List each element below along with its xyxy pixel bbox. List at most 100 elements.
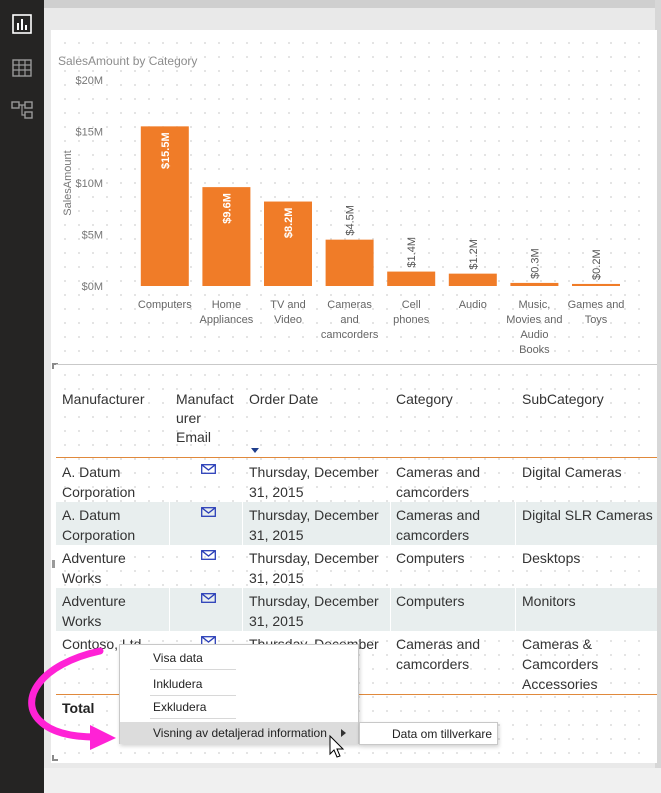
- x-tick-label: TV and: [270, 299, 305, 311]
- menu-separator: [150, 718, 236, 719]
- table-cell-manufacturer: A. Datum Corporation: [62, 507, 136, 543]
- email-icon[interactable]: [201, 593, 216, 603]
- email-icon[interactable]: [201, 464, 216, 474]
- canvas-top-strip: [44, 0, 661, 8]
- x-tick-label: Games and: [568, 299, 625, 311]
- table-cell-order-date: Thursday, December 31, 2015: [249, 464, 379, 500]
- y-tick-label: $5M: [82, 230, 103, 242]
- bar: [448, 273, 497, 286]
- left-nav-bar: [0, 0, 44, 793]
- bar: [572, 283, 620, 286]
- menu-item-show-data[interactable]: Visa data: [153, 651, 203, 665]
- menu-item-include[interactable]: Inkludera: [153, 677, 202, 691]
- x-tick-label: Appliances: [199, 314, 253, 326]
- table-cell-manufacturer: Adventure Works: [62, 550, 126, 586]
- data-label: $8.2M: [283, 208, 295, 239]
- submenu-item-manufacturer-data[interactable]: Data om tillverkare: [392, 727, 492, 741]
- column-header-text: Order Date: [249, 391, 319, 407]
- total-row-label: Total: [62, 700, 95, 716]
- email-icon[interactable]: [201, 507, 216, 517]
- x-tick-label: Cell: [402, 299, 421, 311]
- data-label: $0.3M: [529, 248, 541, 279]
- column-header[interactable]: Category: [396, 390, 453, 409]
- x-tick-label: Toys: [585, 314, 608, 326]
- menu-separator: [150, 669, 236, 670]
- table-cell-category: Cameras and camcorders: [396, 507, 481, 543]
- canvas-bottom-area: [44, 768, 661, 793]
- table-cell-manufacturer: Adventure Works: [62, 593, 126, 629]
- column-header[interactable]: SubCategory: [522, 390, 604, 409]
- table-cell-category: Computers: [396, 593, 465, 609]
- drillthrough-submenu: Data om tillverkare: [359, 722, 498, 745]
- bar: [325, 239, 374, 286]
- visual-resize-handle[interactable]: [52, 560, 55, 568]
- column-header-text: urer: [176, 410, 201, 426]
- visual-resize-handle[interactable]: [52, 755, 58, 761]
- table-row[interactable]: A. Datum Corporation Thursday, December 31,…: [56, 459, 657, 502]
- chart-title: SalesAmount by Category: [58, 54, 198, 68]
- column-header-text: Manufacturer: [62, 391, 145, 407]
- table-cell-subcategory: Desktops: [522, 550, 581, 566]
- table-cell-subcategory: Digital SLR Cameras: [522, 507, 653, 523]
- table-cell-subcategory: Digital Cameras: [522, 464, 622, 480]
- bar: [510, 282, 559, 286]
- x-tick-label: Movies and: [506, 314, 562, 326]
- column-header-text: Category: [396, 391, 453, 407]
- data-label: $1.4M: [406, 237, 418, 268]
- sort-descending-icon[interactable]: [251, 448, 259, 453]
- column-separator: [390, 458, 391, 692]
- data-label: $4.5M: [345, 205, 357, 236]
- context-menu: Visa data Inkludera Exkludera Visning av…: [119, 644, 359, 744]
- bar-chart[interactable]: $0M $5M $10M $15M $20M SalesAmount $15.5M Compu…: [51, 68, 657, 360]
- table-row[interactable]: Adventure Works Thursday, December 31, 2015…: [56, 545, 657, 588]
- table-cell-order-date: Thursday, December 31, 2015: [249, 593, 379, 629]
- table-row[interactable]: A. Datum Corporation Thursday, December 31,…: [56, 502, 657, 545]
- x-tick-label: Cameras: [327, 299, 372, 311]
- submenu-arrow-icon: [341, 729, 346, 737]
- x-tick-label: Books: [519, 344, 550, 356]
- column-header[interactable]: Order Date: [249, 390, 318, 409]
- data-label: $9.6M: [221, 193, 233, 224]
- x-tick-label: Music,: [519, 299, 551, 311]
- data-view-icon[interactable]: [10, 56, 34, 80]
- table-cell-category: Cameras and camcorders: [396, 636, 481, 672]
- menu-separator: [150, 695, 236, 696]
- table-cell-order-date: Thursday, December 31, 2015: [249, 507, 379, 543]
- x-tick-label: Audio: [459, 299, 487, 311]
- column-header[interactable]: Manufact urer Email: [176, 390, 234, 447]
- x-tick-label: and: [340, 314, 358, 326]
- table-cell-manufacturer: A. Datum Corporation: [62, 464, 136, 500]
- column-header-text: Email: [176, 429, 212, 445]
- x-tick-label: Audio: [520, 329, 548, 341]
- menu-item-exclude[interactable]: Exkludera: [153, 700, 206, 714]
- y-tick-label: $15M: [75, 127, 103, 139]
- y-axis-label: SalesAmount: [62, 150, 74, 215]
- y-tick-label: $10M: [75, 178, 103, 190]
- table-cell-order-date: Thursday, December 31, 2015: [249, 550, 379, 586]
- x-tick-label: Computers: [138, 299, 192, 311]
- data-label: $15.5M: [160, 132, 172, 169]
- x-tick-label: phones: [393, 314, 430, 326]
- table-header-underline: [56, 457, 657, 458]
- column-separator: [515, 458, 516, 692]
- y-tick-label: $20M: [75, 75, 103, 87]
- table-cell-category: Computers: [396, 550, 465, 566]
- column-header[interactable]: Manufacturer: [62, 390, 144, 409]
- model-view-icon[interactable]: [10, 98, 34, 122]
- column-header-text: Manufact: [176, 391, 234, 407]
- visual-border: [56, 364, 657, 365]
- data-label: $0.2M: [591, 249, 603, 280]
- table-row[interactable]: Adventure Works Thursday, December 31, 2015…: [56, 588, 657, 631]
- y-tick-label: $0M: [82, 281, 103, 293]
- x-tick-label: Home: [212, 299, 241, 311]
- email-icon[interactable]: [201, 550, 216, 560]
- x-tick-label: Video: [274, 314, 302, 326]
- table-cell-subcategory: Monitors: [522, 593, 576, 609]
- menu-item-drillthrough[interactable]: Visning av detaljerad information: [153, 726, 327, 740]
- table-cell-category: Cameras and camcorders: [396, 464, 481, 500]
- column-header-text: SubCategory: [522, 391, 604, 407]
- report-view-icon[interactable]: [10, 12, 34, 36]
- x-tick-label: camcorders: [321, 329, 379, 341]
- bar: [387, 271, 436, 286]
- data-label: $1.2M: [468, 239, 480, 270]
